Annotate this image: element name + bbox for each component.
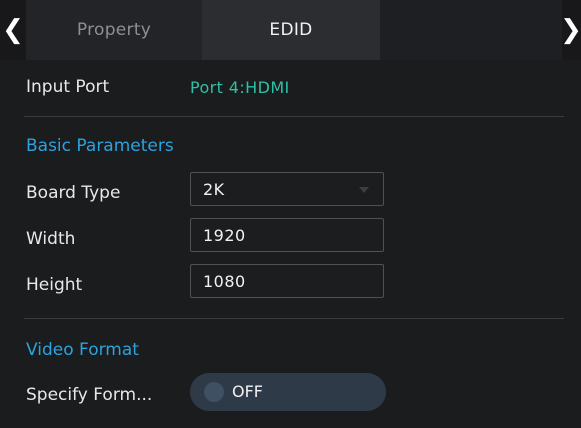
tab-empty-slot xyxy=(380,0,562,60)
width-value: 1920 xyxy=(203,225,246,245)
board-type-select[interactable]: 2K xyxy=(190,172,384,206)
width-field[interactable]: 1920 xyxy=(190,218,384,252)
chevron-right-icon[interactable]: ❯ xyxy=(560,0,581,60)
toggle-knob xyxy=(204,382,224,402)
basic-parameters-title: Basic Parameters xyxy=(26,136,174,156)
height-label: Height xyxy=(26,275,83,295)
input-port-value: Port 4:HDMI xyxy=(190,78,290,97)
specify-format-label: Specify Form... xyxy=(26,385,153,405)
tab-property[interactable]: Property xyxy=(26,0,202,60)
input-port-label: Input Port xyxy=(26,77,110,97)
height-value: 1080 xyxy=(203,271,246,291)
toggle-state-text: OFF xyxy=(232,382,263,401)
board-type-value: 2K xyxy=(203,179,225,199)
tab-edid[interactable]: EDID xyxy=(202,0,380,60)
height-field[interactable]: 1080 xyxy=(190,264,384,298)
chevron-down-icon xyxy=(359,187,369,193)
divider xyxy=(24,116,564,117)
video-format-title: Video Format xyxy=(26,340,139,360)
board-type-label: Board Type xyxy=(26,183,121,203)
chevron-left-icon[interactable]: ❮ xyxy=(2,0,24,60)
width-label: Width xyxy=(26,229,76,249)
divider xyxy=(24,318,564,319)
tab-bar: ❮ Property EDID ❯ xyxy=(0,0,581,60)
specify-format-toggle[interactable]: OFF xyxy=(190,373,386,411)
